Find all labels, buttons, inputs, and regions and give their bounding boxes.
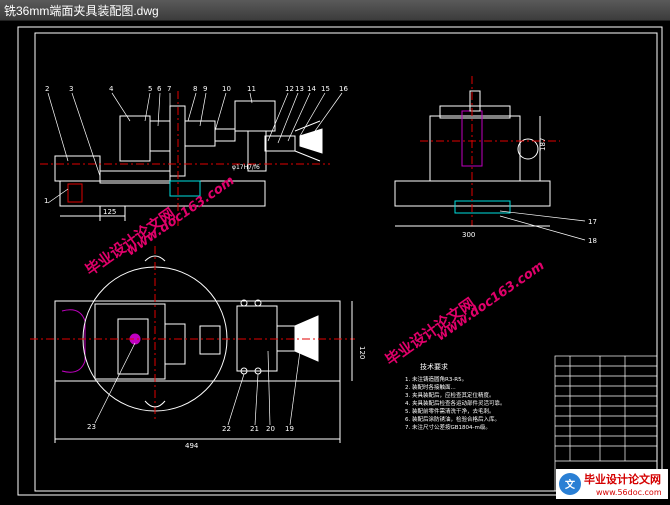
svg-text:16: 16 <box>339 85 348 93</box>
svg-text:7. 未注尺寸公差按GB1804-m级。: 7. 未注尺寸公差按GB1804-m级。 <box>405 423 491 431</box>
svg-text:3. 夹具装配后，应检查其定位精度。: 3. 夹具装配后，应检查其定位精度。 <box>405 391 495 399</box>
svg-text:9: 9 <box>203 85 207 93</box>
svg-text:5. 装配前零件需清洗干净，去毛刺。: 5. 装配前零件需清洗干净，去毛刺。 <box>405 407 495 415</box>
dim-side-height: 187 <box>539 138 547 151</box>
svg-text:11: 11 <box>247 85 256 93</box>
svg-text:12: 12 <box>285 85 294 93</box>
svg-text:22: 22 <box>222 425 231 433</box>
window-title: 铣36mm端面夹具装配图.dwg <box>4 4 159 18</box>
svg-text:7: 7 <box>167 85 171 93</box>
front-leaders <box>47 92 343 204</box>
plan-leaders <box>94 342 301 426</box>
drawing-canvas[interactable]: 2 3 4 5 6 7 8 9 10 11 12 13 14 15 16 1 1… <box>0 21 670 501</box>
tech-requirements: 技术要求 1. 未注铸造圆角R3-R5。 2. 装配时各接触面... 3. 夹具… <box>405 362 506 431</box>
svg-text:1. 未注铸造圆角R3-R5。: 1. 未注铸造圆角R3-R5。 <box>405 375 467 383</box>
footer-url: www.56doc.com <box>596 488 662 497</box>
dim-side-width: 300 <box>462 231 475 239</box>
svg-text:15: 15 <box>321 85 330 93</box>
inner-frame <box>34 32 658 492</box>
watermark-4: www.doc163.com <box>434 258 548 344</box>
svg-text:21: 21 <box>250 425 259 433</box>
svg-text:19: 19 <box>285 425 294 433</box>
cad-drawing: 2 3 4 5 6 7 8 9 10 11 12 13 14 15 16 1 1… <box>17 26 663 496</box>
svg-text:3: 3 <box>69 85 73 93</box>
part-label: 2 <box>45 85 49 93</box>
svg-text:6: 6 <box>157 85 162 93</box>
window-titlebar: 铣36mm端面夹具装配图.dwg <box>0 0 670 21</box>
side-view <box>394 76 560 227</box>
footer-logo: 文 毕业设计论文网 www.56doc.com <box>556 469 668 499</box>
svg-text:2. 装配时各接触面...: 2. 装配时各接触面... <box>405 383 456 391</box>
footer-brand: 毕业设计论文网 <box>584 472 661 486</box>
watermark-url: www.doc163.com <box>124 173 238 259</box>
dim-top-width: 125 <box>103 208 116 216</box>
svg-text:14: 14 <box>307 85 316 93</box>
watermark-url: www.doc163.com <box>434 258 548 344</box>
svg-text:4: 4 <box>109 85 114 93</box>
watermark-brand: 毕业设计论文网 <box>382 294 478 369</box>
svg-text:13: 13 <box>295 85 304 93</box>
watermark-2: www.doc163.com <box>124 173 238 259</box>
plan-view <box>30 246 355 443</box>
svg-text:10: 10 <box>222 85 231 93</box>
svg-text:23: 23 <box>87 423 96 431</box>
dim-plan-height: 120 <box>358 346 366 359</box>
plan-labels: 494 120 23 22 21 20 19 <box>87 346 366 450</box>
svg-text:5: 5 <box>148 85 152 93</box>
tech-title: 技术要求 <box>420 362 448 371</box>
svg-text:6. 装配后涂防锈油，检验合格后入库。: 6. 装配后涂防锈油，检验合格后入库。 <box>405 415 500 423</box>
svg-text:17: 17 <box>588 218 597 226</box>
dim-bottom-length: 494 <box>185 442 199 450</box>
svg-text:4. 夹具装配后检查各运动部件灵活可靠。: 4. 夹具装配后检查各运动部件灵活可靠。 <box>405 399 506 407</box>
watermark-3: 毕业设计论文网 <box>382 294 478 369</box>
svg-text:8: 8 <box>193 85 197 93</box>
fit-label: φ17H7/f6 <box>232 164 260 171</box>
svg-text:文: 文 <box>565 478 576 491</box>
svg-text:20: 20 <box>266 425 275 433</box>
svg-text:1: 1 <box>44 197 48 205</box>
svg-text:18: 18 <box>588 237 597 245</box>
